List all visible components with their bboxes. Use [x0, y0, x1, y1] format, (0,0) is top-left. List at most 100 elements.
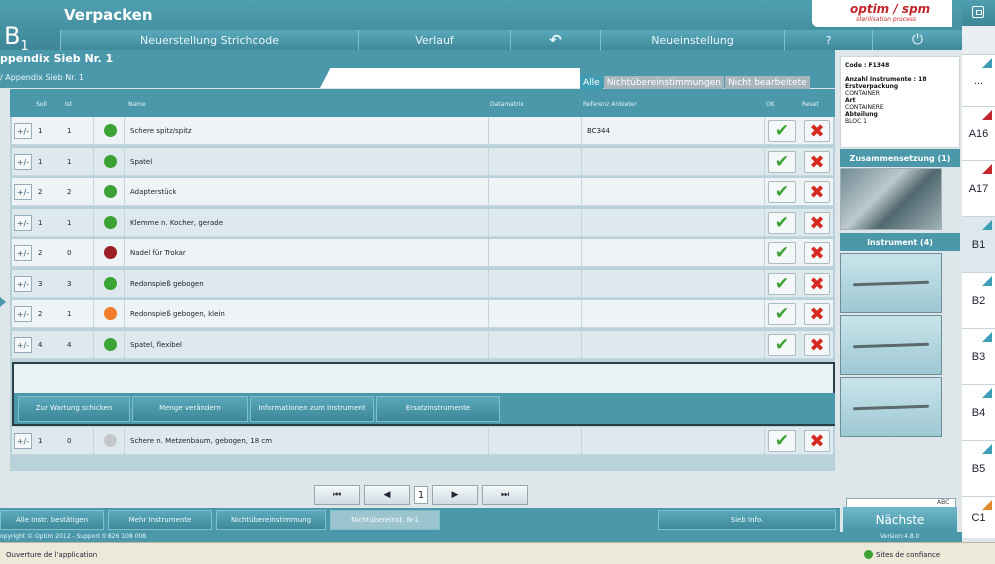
check-icon[interactable]: ✔: [768, 181, 796, 203]
cross-icon[interactable]: ✖: [804, 151, 830, 173]
sieb-info-button[interactable]: Sieb Info.: [658, 510, 836, 530]
adjust-quantity-button[interactable]: +/-: [14, 337, 32, 353]
filter-tab-all[interactable]: Alle: [580, 76, 603, 89]
power-icon[interactable]: ⏻: [872, 30, 962, 50]
cell-soll: 2: [38, 249, 43, 257]
status-dot-icon: [104, 246, 117, 259]
tab-c1[interactable]: C1: [962, 496, 995, 538]
instrument-photo[interactable]: [840, 315, 942, 375]
table-row[interactable]: +/- 1 1 Klemme n. Kocher, gerade ✔ ✖: [12, 209, 833, 237]
trusted-sites-icon: [864, 550, 873, 559]
cell-name: Adapterstück: [130, 188, 177, 196]
instrument-header[interactable]: Instrument (4): [840, 233, 960, 251]
cross-icon[interactable]: ✖: [804, 430, 830, 452]
status-text: Ouverture de l'application: [6, 551, 98, 559]
cross-icon[interactable]: ✖: [804, 181, 830, 203]
more-instruments-button[interactable]: Mehr Instrumente: [108, 510, 212, 530]
cross-icon[interactable]: ✖: [804, 212, 830, 234]
send-to-maintenance-button[interactable]: Zur Wartung schicken: [18, 395, 130, 422]
table-header: Soll Ist Name Datamatrix Referenz Anbiet…: [10, 89, 835, 117]
copyright-text: opyright © Optim 2012 - Support 0 826 10…: [0, 533, 147, 540]
history-button[interactable]: Verlauf: [358, 30, 510, 50]
tab-more[interactable]: ...: [962, 54, 995, 106]
tab-flag-icon: [982, 164, 992, 174]
tab-flag-icon: [982, 220, 992, 230]
app-title: Verpacken: [64, 6, 153, 24]
cell-referenz: BC344: [587, 127, 610, 135]
adjust-quantity-button[interactable]: +/-: [14, 215, 32, 231]
status-dot-icon: [104, 185, 117, 198]
help-icon[interactable]: ?: [784, 30, 872, 50]
sieb-photo[interactable]: [840, 168, 942, 230]
cross-icon[interactable]: ✖: [804, 334, 830, 356]
adjust-quantity-button[interactable]: +/-: [14, 154, 32, 170]
table-row[interactable]: +/- 2 0 Nadel für Trokar ✔ ✖: [12, 239, 833, 267]
cross-icon[interactable]: ✖: [804, 273, 830, 295]
tab-b5[interactable]: B5: [962, 440, 995, 496]
check-icon[interactable]: ✔: [768, 303, 796, 325]
next-page-button[interactable]: ▶: [432, 485, 478, 505]
check-icon[interactable]: ✔: [768, 334, 796, 356]
change-quantity-button[interactable]: Menge verändern: [132, 395, 248, 422]
adjust-quantity-button[interactable]: +/-: [14, 245, 32, 261]
reset-settings-button[interactable]: Neueinstellung: [600, 30, 784, 50]
new-barcode-button[interactable]: Neuerstellung Strichcode: [60, 30, 358, 50]
confirm-all-button[interactable]: Alle Instr. bestätigen: [0, 510, 104, 530]
prev-page-button[interactable]: ◀: [364, 485, 410, 505]
replacement-instruments-button[interactable]: Ersatzinstrumente: [376, 395, 500, 422]
tab-b4[interactable]: B4: [962, 384, 995, 440]
collapse-arrow-icon[interactable]: [0, 297, 6, 307]
header-wedge: [320, 68, 580, 88]
check-icon[interactable]: ✔: [768, 151, 796, 173]
table-row[interactable]: +/- 1 0 Schere n. Metzenbaum, gebogen, 18 c…: [12, 427, 833, 455]
cross-icon[interactable]: ✖: [804, 242, 830, 264]
page-number: 1: [414, 486, 428, 504]
table-row[interactable]: +/- 3 3 Redonspieß gebogen ✔ ✖: [12, 270, 833, 298]
tab-b1[interactable]: B1: [962, 216, 995, 272]
adjust-quantity-button[interactable]: +/-: [14, 306, 32, 322]
cell-soll: 1: [38, 127, 43, 135]
cell-soll: 4: [38, 341, 43, 349]
table-row[interactable]: +/- 1 1 Spatel ✔ ✖: [12, 148, 833, 176]
tab-a16[interactable]: A16: [962, 106, 995, 160]
check-icon[interactable]: ✔: [768, 242, 796, 264]
cross-icon[interactable]: ✖: [804, 303, 830, 325]
check-icon[interactable]: ✔: [768, 430, 796, 452]
adjust-quantity-button[interactable]: +/-: [14, 433, 32, 449]
table-row[interactable]: +/- 1 1 Schere spitz/spitz BC344 ✔ ✖: [12, 117, 833, 145]
undo-icon[interactable]: ↶: [510, 30, 600, 50]
tab-a17[interactable]: A17: [962, 160, 995, 216]
keyboard-abc-icon[interactable]: ABC: [937, 499, 949, 506]
adjust-quantity-button[interactable]: +/-: [14, 184, 32, 200]
last-page-button[interactable]: ⏭: [482, 485, 528, 505]
check-icon[interactable]: ✔: [768, 212, 796, 234]
composition-header[interactable]: Zusammensetzung (1): [840, 149, 960, 167]
status-dot-icon: [104, 216, 117, 229]
info-erstverpackung-value: CONTAINER: [845, 90, 880, 97]
filter-tab-mismatches[interactable]: Nichtübereinstimmungen: [603, 76, 724, 89]
table-row[interactable]: +/- 2 1 Redonspieß gebogen, klein ✔ ✖: [12, 300, 833, 328]
instrument-info-button[interactable]: Informationen zum Instrument: [250, 395, 374, 422]
brand-tagline: sterilisation process: [856, 16, 917, 23]
cell-name: Spatel, flexibel: [130, 341, 182, 349]
tab-b3[interactable]: B3: [962, 328, 995, 384]
table-row[interactable]: +/- 4 4 Spatel, flexibel ✔ ✖: [12, 331, 833, 359]
adjust-quantity-button[interactable]: +/-: [14, 123, 32, 139]
table-row[interactable]: +/- 2 2 Adapterstück ✔ ✖: [12, 178, 833, 206]
first-page-button[interactable]: ⏮: [314, 485, 360, 505]
sieb-breadcrumb: / Appendix Sieb Nr. 1: [0, 73, 84, 82]
next-button[interactable]: Nächste: [843, 507, 957, 532]
check-icon[interactable]: ✔: [768, 273, 796, 295]
mismatch-n1-button[interactable]: Nichtübereinst. N-1: [330, 510, 440, 530]
mismatch-button[interactable]: Nichtübereinstimmung: [216, 510, 326, 530]
check-icon[interactable]: ✔: [768, 120, 796, 142]
tab-flag-icon: [982, 500, 992, 510]
adjust-quantity-button[interactable]: +/-: [14, 276, 32, 292]
instrument-photo[interactable]: [840, 253, 942, 313]
cross-icon[interactable]: ✖: [804, 120, 830, 142]
tab-b2[interactable]: B2: [962, 272, 995, 328]
instrument-photo[interactable]: [840, 377, 942, 437]
brand-name: optim / spm: [850, 2, 931, 16]
filter-tab-unprocessed[interactable]: Nicht bearbeitete: [724, 76, 810, 89]
window-restore-icon[interactable]: [972, 6, 984, 18]
